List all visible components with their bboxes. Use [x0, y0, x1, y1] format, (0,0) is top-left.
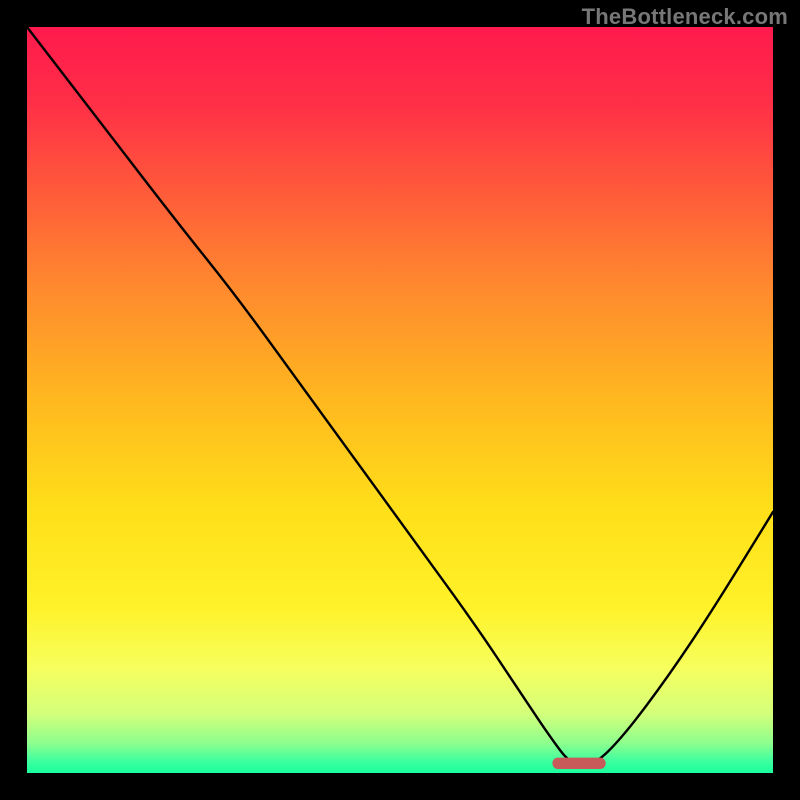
gradient-background	[27, 27, 773, 773]
bottleneck-chart	[27, 27, 773, 773]
chart-frame: TheBottleneck.com	[0, 0, 800, 800]
plot-area	[27, 27, 773, 773]
optimal-marker	[553, 758, 605, 768]
